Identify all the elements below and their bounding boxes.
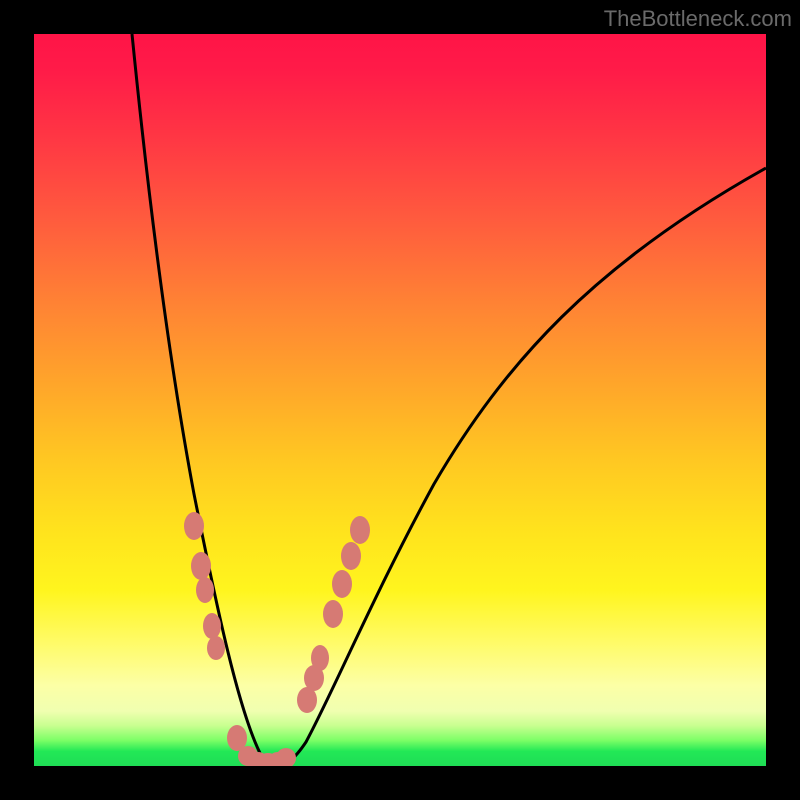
chart-outer-frame: TheBottleneck.com (0, 0, 800, 800)
highlight-beads (184, 512, 370, 766)
watermark-text: TheBottleneck.com (604, 6, 792, 32)
chart-plot-area (34, 34, 766, 766)
curve-right-branch (278, 168, 766, 765)
chart-curves (34, 34, 766, 766)
curve-left-branch (132, 34, 278, 765)
